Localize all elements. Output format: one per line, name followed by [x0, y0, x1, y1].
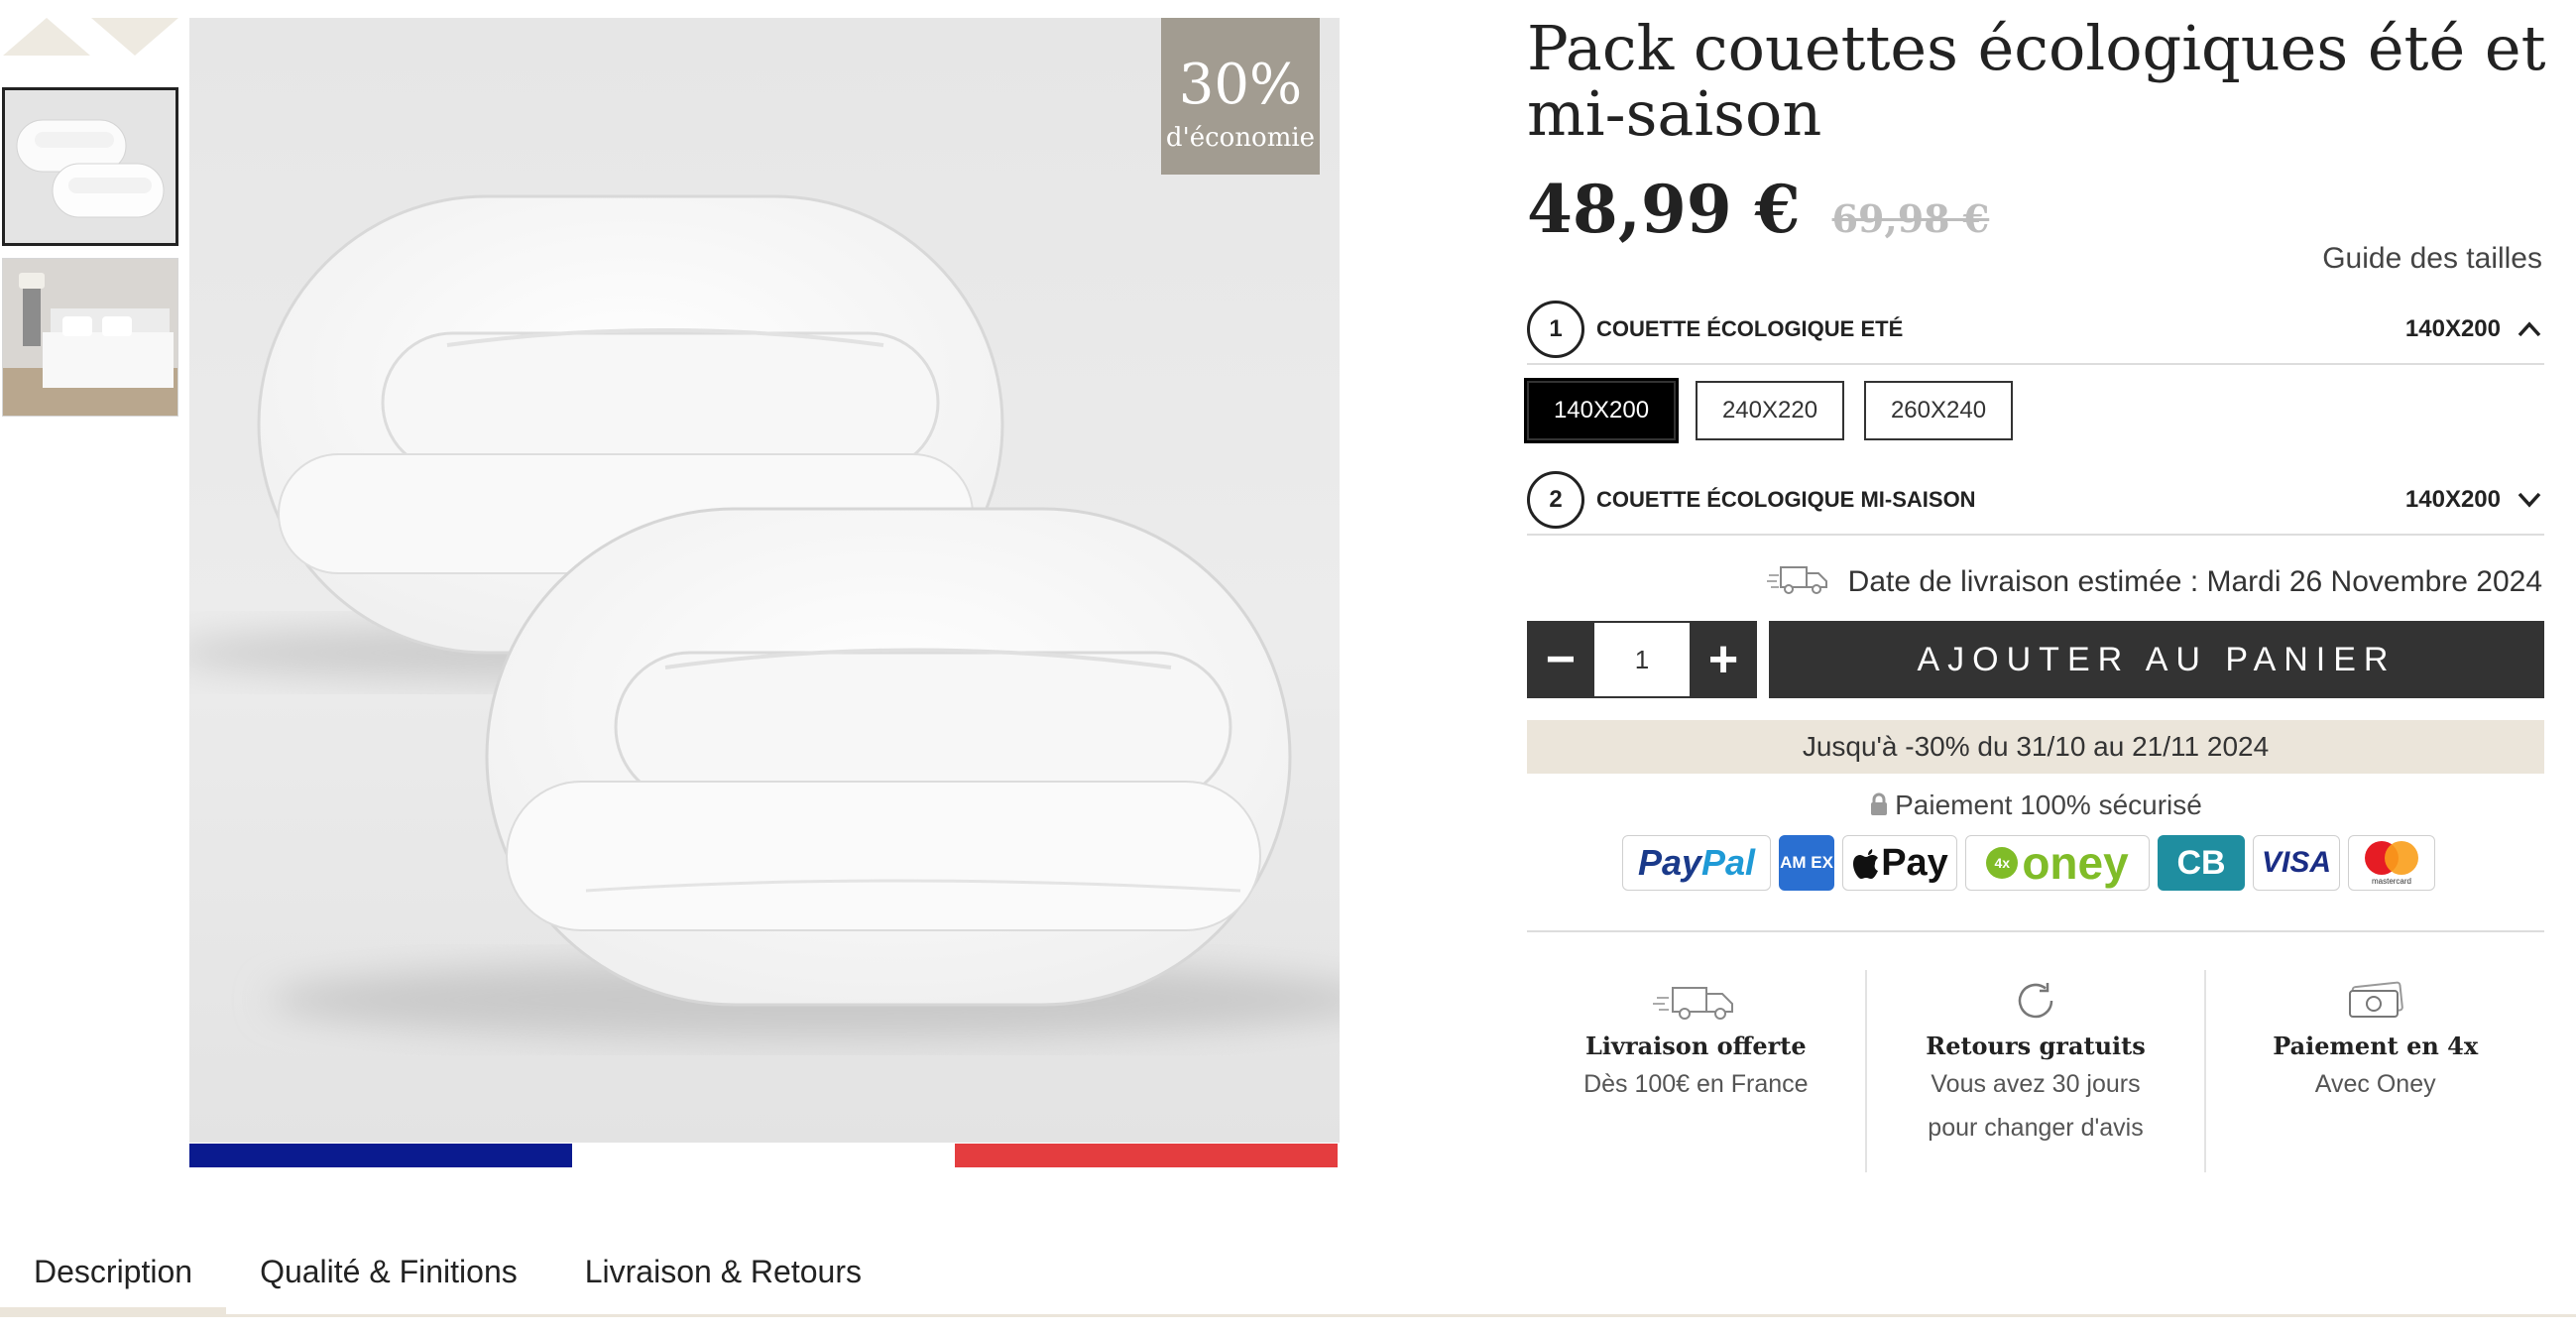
size-guide-link[interactable]: Guide des tailles [2322, 242, 2542, 276]
add-to-cart-button[interactable]: AJOUTER AU PANIER [1769, 621, 2544, 698]
feature-text: Dès 100€ en France [1583, 1070, 1809, 1098]
size-options: 140X200 240X220 260X240 [1524, 378, 2013, 443]
lock-icon [1869, 791, 1889, 823]
step-number: 1 [1527, 301, 1584, 358]
promo-banner: Jusqu'à -30% du 31/10 au 21/11 2024 [1527, 720, 2544, 774]
option-midseason-duvet[interactable]: 2 COUETTE ÉCOLOGIQUE MI-SAISON 140X200 [1527, 466, 2544, 536]
truck-icon [1527, 978, 1865, 1024]
badge-percent: 30% [1178, 53, 1303, 117]
product-main-image [189, 18, 1340, 1143]
flag-stripe-red [955, 1144, 1338, 1167]
delivery-estimate: Date de livraison estimée : Mardi 26 Nov… [1765, 561, 2542, 603]
payment-methods: Pay Pal AM EX Pay 4x oney CB VISA masterca… [1622, 835, 2435, 891]
gallery-next-arrow[interactable] [91, 18, 178, 56]
divider [1527, 930, 2544, 932]
apple-pay-icon: Pay [1842, 835, 1957, 891]
paypal-icon: Pay Pal [1622, 835, 1771, 891]
product-title: Pack couettes écologiques été et mi-sais… [1527, 12, 2546, 150]
decrease-quantity-button[interactable]: − [1527, 621, 1594, 698]
step-number: 2 [1527, 471, 1584, 529]
feature-title: Livraison offerte [1585, 1032, 1807, 1060]
option-value: 140X200 [2404, 315, 2501, 342]
mastercard-icon: mastercard [2348, 835, 2435, 891]
price-row: 48,99 € 69,98 € [1527, 171, 1989, 248]
tab-delivery-returns[interactable]: Livraison & Retours [551, 1230, 895, 1317]
apple-logo-icon [1853, 849, 1879, 879]
tab-description[interactable]: Description [0, 1230, 227, 1317]
chevron-down-icon [2515, 485, 2544, 515]
product-tabs: Description Qualité & Finitions Livraiso… [0, 1230, 2576, 1317]
truck-icon [1765, 561, 1830, 603]
quantity-stepper: − + [1527, 621, 1757, 698]
current-price: 48,99 € [1527, 171, 1801, 248]
banknote-icon [2206, 978, 2544, 1024]
flag-stripe-blue [189, 1144, 572, 1167]
flag-stripe-white [572, 1144, 955, 1167]
tab-quality-finishes[interactable]: Qualité & Finitions [226, 1230, 551, 1317]
thumbnail-bedroom[interactable] [2, 258, 178, 417]
features-row: Livraison offerte Dès 100€ en France Ret… [1527, 970, 2544, 1172]
visa-icon: VISA [2253, 835, 2340, 891]
amex-icon: AM EX [1779, 835, 1834, 891]
secure-payment: Paiement 100% sécurisé [1527, 789, 2544, 823]
size-option-140x200[interactable]: 140X200 [1524, 378, 1679, 443]
feature-free-returns: Retours gratuits Vous avez 30 jours pour… [1864, 970, 2205, 1172]
duvets-photo [189, 194, 1340, 1039]
bedroom-thumbnail-image [3, 259, 177, 416]
chevron-up-icon [2515, 314, 2544, 344]
feature-pay-in-4: Paiement en 4x Avec Oney [2204, 970, 2544, 1172]
feature-title: Paiement en 4x [2273, 1032, 2479, 1060]
refresh-icon [1867, 978, 2205, 1024]
feature-text: pour changer d'avis [1928, 1114, 2144, 1142]
size-option-240x220[interactable]: 240X220 [1696, 381, 1844, 440]
quantity-input[interactable] [1594, 623, 1690, 696]
gallery-prev-arrow[interactable] [3, 18, 90, 56]
feature-text: Vous avez 30 jours [1931, 1070, 2141, 1098]
option-label: COUETTE ÉCOLOGIQUE ETÉ [1596, 316, 1904, 341]
duvet-thumbnail-image [5, 90, 176, 243]
feature-text: Avec Oney [2314, 1070, 2436, 1098]
option-value: 140X200 [2404, 486, 2501, 513]
size-option-260x240[interactable]: 260X240 [1864, 381, 2013, 440]
feature-title: Retours gratuits [1926, 1032, 2146, 1060]
increase-quantity-button[interactable]: + [1690, 621, 1757, 698]
badge-subtitle: d'économie [1165, 123, 1316, 153]
delivery-text: Date de livraison estimée : Mardi 26 Nov… [1847, 565, 2542, 598]
cb-card-icon: CB [2158, 835, 2245, 891]
thumbnail-duvets[interactable] [2, 87, 178, 246]
oney-icon: 4x oney [1965, 835, 2150, 891]
option-label: COUETTE ÉCOLOGIQUE MI-SAISON [1596, 487, 1976, 512]
discount-badge: 30% d'économie [1161, 18, 1320, 175]
feature-free-delivery: Livraison offerte Dès 100€ en France [1527, 970, 1865, 1172]
option-summer-duvet[interactable]: 1 COUETTE ÉCOLOGIQUE ETÉ 140X200 [1527, 296, 2544, 365]
old-price: 69,98 € [1831, 196, 1990, 241]
secure-payment-text: Paiement 100% sécurisé [1895, 789, 2202, 820]
